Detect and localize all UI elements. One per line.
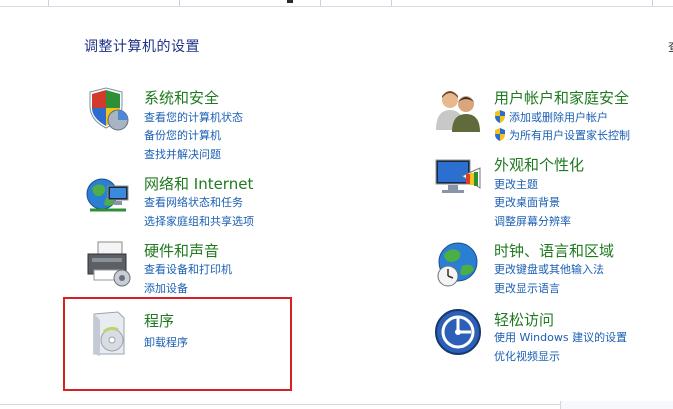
link-view-computer-status[interactable]: 查看您的计算机状态 xyxy=(144,109,243,125)
link-troubleshoot[interactable]: 查找并解决问题 xyxy=(144,146,221,162)
uac-shield-icon xyxy=(495,128,505,141)
link-label: 为所有用户设置家长控制 xyxy=(509,129,630,142)
link-network-status[interactable]: 查看网络状态和任务 xyxy=(144,194,243,210)
category-title[interactable]: 时钟、语言和区域 xyxy=(494,240,614,261)
window-top-strip xyxy=(0,0,673,7)
ease-of-access-icon xyxy=(434,308,482,356)
category-title[interactable]: 外观和个性化 xyxy=(494,154,584,175)
link-optimize-display[interactable]: 优化视频显示 xyxy=(494,348,560,364)
divider xyxy=(0,6,673,7)
link-change-theme[interactable]: 更改主题 xyxy=(494,176,538,192)
caret-mark xyxy=(287,0,293,3)
view-by-label-cut: 查 xyxy=(668,38,673,55)
shield-pie-icon xyxy=(84,86,132,134)
category-title[interactable]: 系统和安全 xyxy=(144,87,219,108)
globe-network-icon xyxy=(84,172,132,220)
link-screen-resolution[interactable]: 调整屏幕分辨率 xyxy=(494,213,571,229)
page-title: 调整计算机的设置 xyxy=(84,39,200,55)
category-title[interactable]: 硬件和声音 xyxy=(144,240,219,261)
link-desktop-background[interactable]: 更改桌面背景 xyxy=(494,194,560,210)
category-title[interactable]: 网络和 Internet xyxy=(144,173,253,194)
uac-shield-icon xyxy=(495,110,505,123)
users-icon xyxy=(434,86,482,134)
bottom-edge-panel xyxy=(560,401,673,409)
link-label: 添加或删除用户帐户 xyxy=(509,111,608,124)
link-add-remove-accounts[interactable]: 添加或删除用户帐户 xyxy=(494,109,608,125)
annotation-highlight-box xyxy=(63,297,292,391)
link-backup-computer[interactable]: 备份您的计算机 xyxy=(144,127,221,143)
category-title[interactable]: 轻松访问 xyxy=(494,309,554,330)
link-homegroup[interactable]: 选择家庭组和共享选项 xyxy=(144,213,254,229)
monitor-palette-icon xyxy=(434,154,482,202)
link-devices-printers[interactable]: 查看设备和打印机 xyxy=(144,261,232,277)
link-display-language[interactable]: 更改显示语言 xyxy=(494,280,560,296)
globe-clock-icon xyxy=(434,240,482,288)
category-title[interactable]: 用户帐户和家庭安全 xyxy=(494,87,629,108)
link-windows-recommended[interactable]: 使用 Windows 建议的设置 xyxy=(494,329,627,345)
link-change-keyboard[interactable]: 更改键盘或其他输入法 xyxy=(494,261,604,277)
printer-speaker-icon xyxy=(84,240,132,288)
link-parental-controls[interactable]: 为所有用户设置家长控制 xyxy=(494,127,630,143)
link-add-device[interactable]: 添加设备 xyxy=(144,280,188,296)
